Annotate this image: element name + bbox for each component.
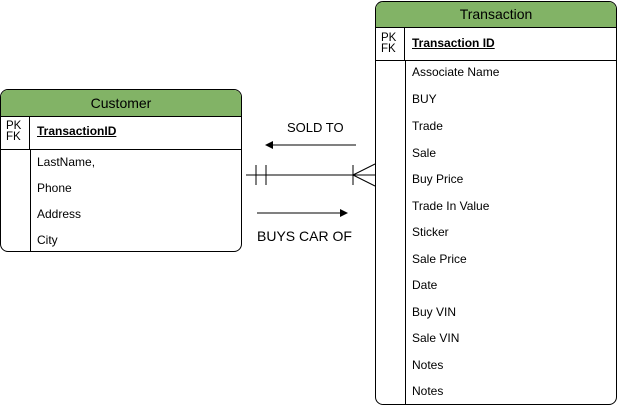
relationship-connector (246, 141, 376, 217)
buys-car-of-label: BUYS CAR OF (257, 228, 352, 244)
buys-car-of-arrowhead (340, 209, 348, 217)
sold-to-arrowhead (265, 141, 273, 149)
crows-foot-lower (352, 174, 376, 187)
sold-to-label: SOLD TO (287, 120, 344, 135)
crows-foot-upper (352, 163, 376, 176)
